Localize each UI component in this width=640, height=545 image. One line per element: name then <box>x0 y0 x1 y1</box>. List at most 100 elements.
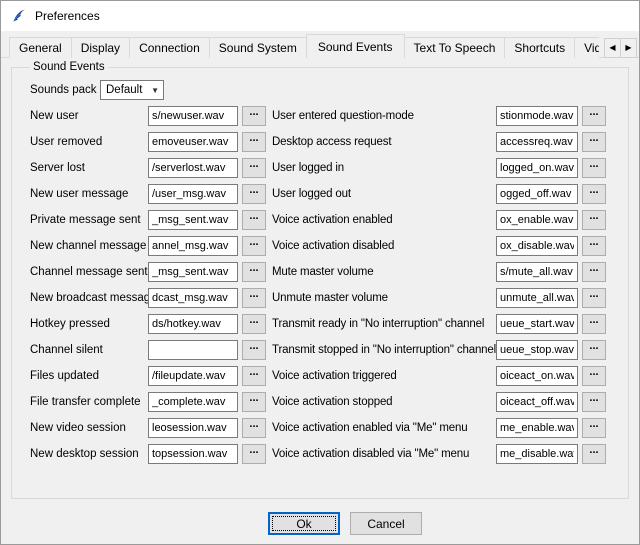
sound-file-input-desktop-access-request[interactable] <box>496 132 578 152</box>
sound-file-input-new-desktop-session[interactable] <box>148 444 238 464</box>
tab-video[interactable]: Video <box>574 37 599 58</box>
sound-event-label-file-transfer-complete: File transfer complete <box>30 396 148 408</box>
sound-file-input-transmit-stopped-in-no-interruption-channel[interactable] <box>496 340 578 360</box>
sound-file-input-server-lost[interactable] <box>148 158 238 178</box>
sound-file-input-voice-activation-disabled-via-me-menu[interactable] <box>496 444 578 464</box>
sound-event-row: Server lost... <box>30 155 266 181</box>
sound-file-input-voice-activation-triggered[interactable] <box>496 366 578 386</box>
browse-button-private-message-sent[interactable]: ... <box>242 210 266 230</box>
browse-button-unmute-master-volume[interactable]: ... <box>582 288 606 308</box>
sound-event-label-files-updated: Files updated <box>30 370 148 382</box>
sound-event-row: New user... <box>30 103 266 129</box>
browse-button-voice-activation-stopped[interactable]: ... <box>582 392 606 412</box>
sound-file-input-channel-silent[interactable] <box>148 340 238 360</box>
sound-event-row: Files updated... <box>30 363 266 389</box>
sound-event-label-user-logged-in: User logged in <box>272 162 496 174</box>
tab-text-to-speech[interactable]: Text To Speech <box>404 37 506 58</box>
window-title: Preferences <box>35 9 100 23</box>
browse-button-transmit-ready-in-no-interruption-channel[interactable]: ... <box>582 314 606 334</box>
browse-button-channel-message-sent[interactable]: ... <box>242 262 266 282</box>
tab-scroll-right-button[interactable]: ▶ <box>620 38 637 58</box>
sound-event-row: Channel message sent... <box>30 259 266 285</box>
tab-sound-events[interactable]: Sound Events <box>306 34 405 58</box>
cancel-button[interactable]: Cancel <box>350 512 422 535</box>
browse-button-desktop-access-request[interactable]: ... <box>582 132 606 152</box>
sound-file-input-mute-master-volume[interactable] <box>496 262 578 282</box>
browse-button-new-user-message[interactable]: ... <box>242 184 266 204</box>
tab-scroll-left-button[interactable]: ◀ <box>604 38 621 58</box>
browse-button-new-desktop-session[interactable]: ... <box>242 444 266 464</box>
sound-file-input-voice-activation-stopped[interactable] <box>496 392 578 412</box>
sound-event-label-new-user: New user <box>30 110 148 122</box>
sound-file-input-voice-activation-enabled-via-me-menu[interactable] <box>496 418 578 438</box>
sound-event-row: Unmute master volume... <box>272 285 606 311</box>
browse-button-user-logged-in[interactable]: ... <box>582 158 606 178</box>
browse-button-voice-activation-enabled-via-me-menu[interactable]: ... <box>582 418 606 438</box>
browse-button-channel-silent[interactable]: ... <box>242 340 266 360</box>
browse-button-mute-master-volume[interactable]: ... <box>582 262 606 282</box>
sound-file-input-new-video-session[interactable] <box>148 418 238 438</box>
sound-event-label-new-video-session: New video session <box>30 422 148 434</box>
sound-file-input-voice-activation-enabled[interactable] <box>496 210 578 230</box>
sound-event-label-new-desktop-session: New desktop session <box>30 448 148 460</box>
tab-scroll-left-icon: ◀ <box>609 44 615 52</box>
sound-file-input-user-logged-in[interactable] <box>496 158 578 178</box>
browse-button-new-channel-message[interactable]: ... <box>242 236 266 256</box>
tab-display[interactable]: Display <box>71 37 130 58</box>
tab-sound-system[interactable]: Sound System <box>209 37 307 58</box>
tab-shortcuts[interactable]: Shortcuts <box>504 37 575 58</box>
left-column: New user...User removed...Server lost...… <box>30 103 266 467</box>
browse-button-new-video-session[interactable]: ... <box>242 418 266 438</box>
sound-event-label-private-message-sent: Private message sent <box>30 214 148 226</box>
sound-file-input-private-message-sent[interactable] <box>148 210 238 230</box>
browse-button-file-transfer-complete[interactable]: ... <box>242 392 266 412</box>
sound-event-label-user-entered-question-mode: User entered question-mode <box>272 110 496 122</box>
group-title: Sound Events <box>30 61 108 73</box>
browse-button-voice-activation-triggered[interactable]: ... <box>582 366 606 386</box>
sound-file-input-files-updated[interactable] <box>148 366 238 386</box>
sound-file-input-user-entered-question-mode[interactable] <box>496 106 578 126</box>
sound-file-input-user-removed[interactable] <box>148 132 238 152</box>
sound-file-input-new-user[interactable] <box>148 106 238 126</box>
browse-button-hotkey-pressed[interactable]: ... <box>242 314 266 334</box>
chevron-down-icon: ▼ <box>151 86 159 95</box>
sound-event-row: Channel silent... <box>30 337 266 363</box>
browse-button-server-lost[interactable]: ... <box>242 158 266 178</box>
sound-file-input-unmute-master-volume[interactable] <box>496 288 578 308</box>
tab-general[interactable]: General <box>9 37 72 58</box>
sound-event-label-new-channel-message: New channel message <box>30 240 148 252</box>
sound-event-row: Transmit ready in "No interruption" chan… <box>272 311 606 337</box>
sound-event-row: Hotkey pressed... <box>30 311 266 337</box>
tab-connection[interactable]: Connection <box>129 37 210 58</box>
sound-file-input-new-channel-message[interactable] <box>148 236 238 256</box>
browse-button-new-user[interactable]: ... <box>242 106 266 126</box>
sound-event-label-unmute-master-volume: Unmute master volume <box>272 292 496 304</box>
sound-event-row: New desktop session... <box>30 441 266 467</box>
sound-event-label-new-broadcast-message: New broadcast message <box>30 292 148 304</box>
browse-button-user-removed[interactable]: ... <box>242 132 266 152</box>
browse-button-user-logged-out[interactable]: ... <box>582 184 606 204</box>
sound-event-label-channel-silent: Channel silent <box>30 344 148 356</box>
sound-event-row: New channel message... <box>30 233 266 259</box>
sound-file-input-file-transfer-complete[interactable] <box>148 392 238 412</box>
browse-button-user-entered-question-mode[interactable]: ... <box>582 106 606 126</box>
sound-file-input-new-user-message[interactable] <box>148 184 238 204</box>
ok-button[interactable]: Ok <box>268 512 340 535</box>
browse-button-files-updated[interactable]: ... <box>242 366 266 386</box>
sound-file-input-voice-activation-disabled[interactable] <box>496 236 578 256</box>
browse-button-new-broadcast-message[interactable]: ... <box>242 288 266 308</box>
sound-file-input-hotkey-pressed[interactable] <box>148 314 238 334</box>
browse-button-voice-activation-disabled-via-me-menu[interactable]: ... <box>582 444 606 464</box>
sound-file-input-transmit-ready-in-no-interruption-channel[interactable] <box>496 314 578 334</box>
sounds-pack-select[interactable]: Default ▼ <box>100 80 164 100</box>
sound-file-input-user-logged-out[interactable] <box>496 184 578 204</box>
sound-event-label-new-user-message: New user message <box>30 188 148 200</box>
sound-file-input-channel-message-sent[interactable] <box>148 262 238 282</box>
sound-event-row: Mute master volume... <box>272 259 606 285</box>
browse-button-voice-activation-enabled[interactable]: ... <box>582 210 606 230</box>
browse-button-voice-activation-disabled[interactable]: ... <box>582 236 606 256</box>
sound-event-label-server-lost: Server lost <box>30 162 148 174</box>
sound-file-input-new-broadcast-message[interactable] <box>148 288 238 308</box>
tab-page-sound-events: Sound Events Sounds pack Default ▼ New u… <box>1 57 639 544</box>
browse-button-transmit-stopped-in-no-interruption-channel[interactable]: ... <box>582 340 606 360</box>
